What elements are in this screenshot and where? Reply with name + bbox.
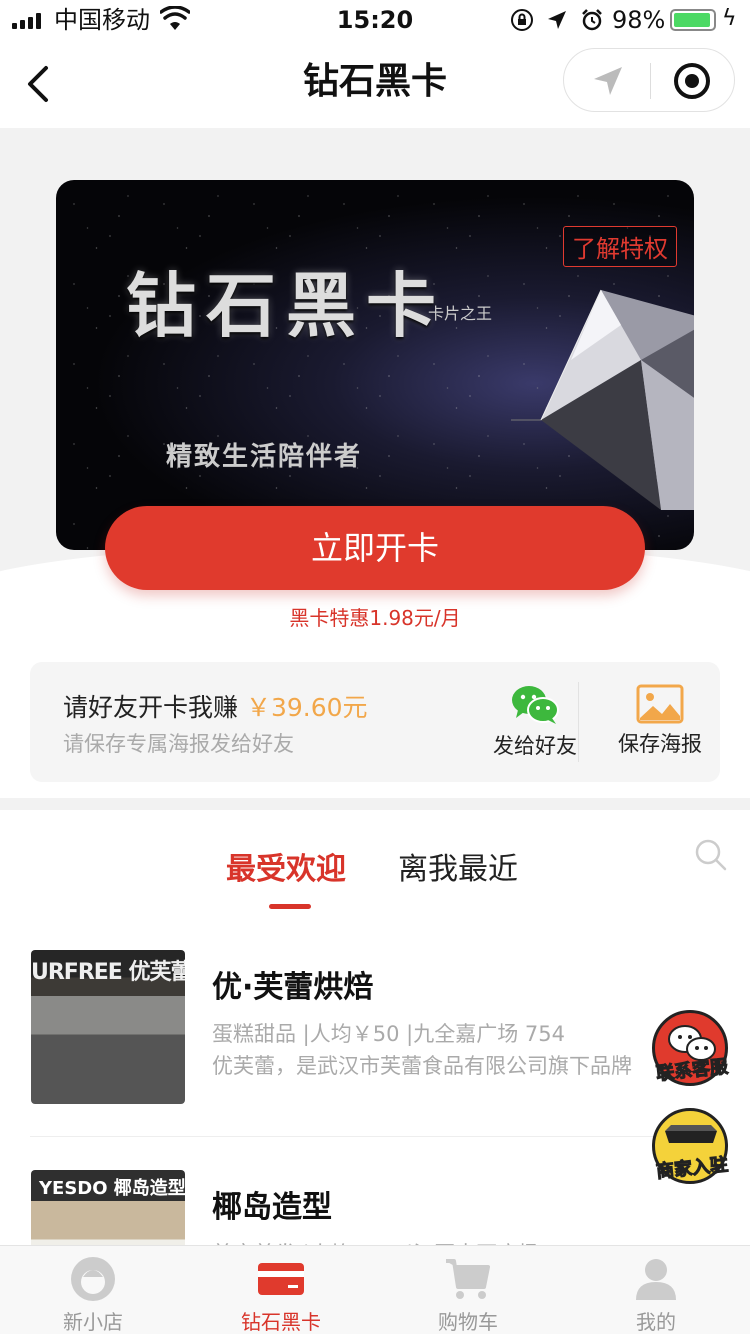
tab-most-popular[interactable]: 最受欢迎 [226,844,346,888]
list-item[interactable]: URFREE 优芙蕾 优·芙蕾烘焙 蛋糕甜品 |人均￥50 |九全嘉广场 754… [0,930,750,1150]
hero-section: 钻石黑卡 卡片之王 精致生活陪伴者 了解特权 立即开卡 黑卡特惠1.98元/月 [0,128,750,803]
contact-service-button[interactable]: 联系客服 [644,1006,740,1092]
store-thumbnail: URFREE 优芙蕾 [31,950,185,1104]
active-tab-indicator [269,904,311,909]
black-card-banner: 钻石黑卡 卡片之王 精致生活陪伴者 了解特权 [56,180,694,550]
tab-mine[interactable]: 我的 [586,1254,726,1334]
rotation-lock-icon [511,9,533,31]
location-arrow-icon [548,11,566,29]
learn-privilege-button[interactable]: 了解特权 [563,226,677,267]
diamond-icon [511,289,694,510]
merchant-join-button[interactable]: 商家入驻 [644,1104,740,1190]
tab-diamond-card[interactable]: 钻石黑卡 [211,1254,351,1334]
bottom-tab-bar: 新小店 钻石黑卡 购物车 我的 [0,1245,750,1334]
image-icon [636,684,684,724]
invite-amount: ￥39.60元 [245,693,368,722]
card-icon [258,1263,304,1295]
store-list: URFREE 优芙蕾 优·芙蕾烘焙 蛋糕甜品 |人均￥50 |九全嘉广场 754… [0,930,750,1250]
share-to-friend-button[interactable]: 发给好友 [470,684,600,760]
invite-subtitle: 请保存专属海报发给好友 [63,732,294,756]
promo-price: 黑卡特惠1.98元/月 [289,606,461,630]
store-name: 椰岛造型 [212,1190,332,1225]
open-card-button[interactable]: 立即开卡 [105,506,645,590]
store-meta: 蛋糕甜品 |人均￥50 |九全嘉广场 754 [212,1022,565,1046]
invite-title: 请好友开卡我赚 ￥39.60元 [63,693,368,722]
wechat-icon [512,686,559,724]
cart-icon [446,1259,490,1299]
save-poster-button[interactable]: 保存海报 [595,684,725,758]
card-slogan: 精致生活陪伴者 [166,442,363,472]
user-icon [636,1259,676,1300]
battery-percent: 98% [612,6,666,34]
tab-cart[interactable]: 购物车 [398,1254,538,1334]
mini-program-capsule [563,48,735,112]
nav-bar: 钻石黑卡 [0,40,750,128]
card-tagline: 卡片之王 [428,304,493,323]
status-bar: 中国移动 15:20 98% ϟ [0,0,750,40]
invite-panel: 请好友开卡我赚 ￥39.60元 请保存专属海报发给好友 发给好友 保存海报 [30,662,720,782]
list-item[interactable]: YESDO 椰岛造型 椰岛造型 美容美发 |人均￥50 |江夏中百广场 755.… [0,1150,750,1250]
location-icon[interactable] [590,63,626,99]
shop-face-icon [71,1257,115,1301]
store-thumbnail: YESDO 椰岛造型 [31,1170,185,1250]
search-icon[interactable] [694,838,728,872]
store-tabs: 最受欢迎 离我最近 [0,810,750,930]
store-name: 优·芙蕾烘焙 [212,970,374,1005]
save-label: 保存海报 [618,732,702,756]
alarm-icon [582,9,602,31]
battery-icon [670,9,716,31]
share-label: 发给好友 [493,734,577,758]
store-description: 优芙蕾，是武汉市芙蕾食品有限公司旗下品牌 [212,1054,632,1078]
charging-icon: ϟ [722,6,737,31]
tab-new-store[interactable]: 新小店 [23,1254,163,1334]
close-mini-program-icon[interactable] [674,63,710,99]
card-title: 钻石黑卡 [126,264,446,347]
tab-nearest[interactable]: 离我最近 [398,844,518,888]
